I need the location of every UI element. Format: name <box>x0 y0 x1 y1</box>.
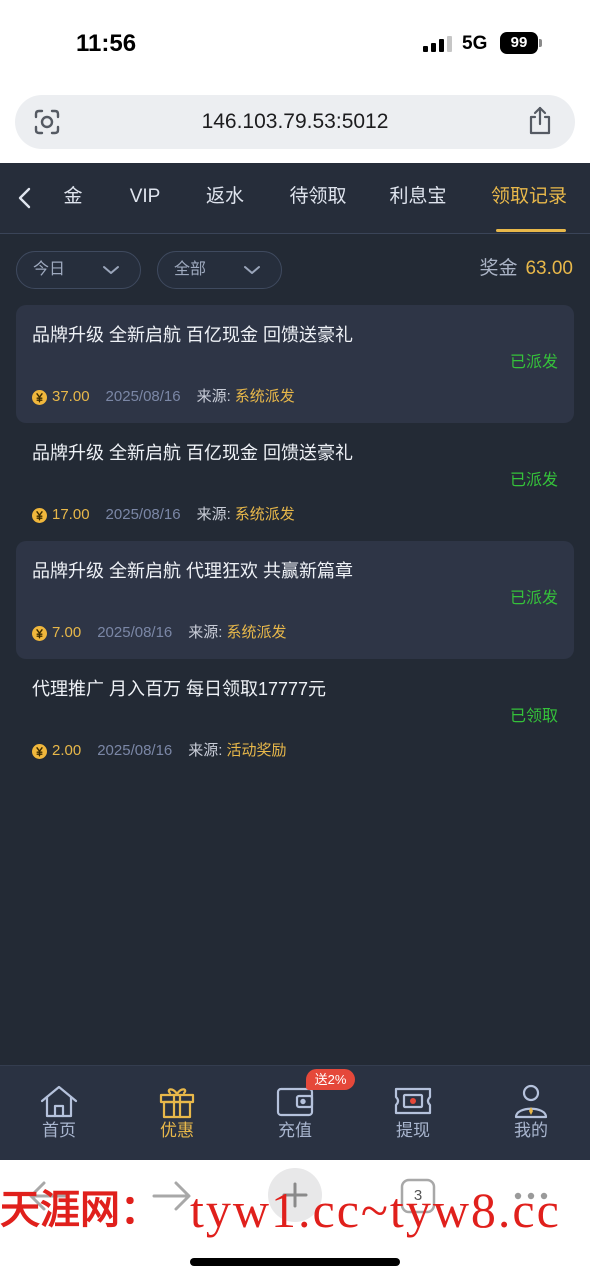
withdraw-icon <box>394 1087 432 1115</box>
record-meta: 37.00 2025/08/16 来源: 系统派发 <box>32 387 295 407</box>
tabbar-label: 优惠 <box>160 1121 194 1140</box>
record-status: 已派发 <box>509 472 558 489</box>
url-text[interactable]: 146.103.79.53:5012 <box>15 95 575 149</box>
coin-icon <box>32 389 47 405</box>
record-amount: 17.00 <box>52 506 90 523</box>
record-title: 品牌升级 全新启航 代理狂欢 共赢新篇章 <box>32 561 354 581</box>
source-value: 系统派发 <box>234 388 295 405</box>
record-meta: 17.00 2025/08/16 来源: 系统派发 <box>32 505 295 525</box>
tabbar-label: 首页 <box>42 1121 76 1140</box>
record-amount-group: 2.00 <box>32 741 81 761</box>
tabbar-label: 充值 <box>278 1121 312 1140</box>
record-date: 2025/08/16 <box>97 742 173 759</box>
record-status: 已领取 <box>509 708 558 725</box>
watermark-site: 天涯网： <box>0 1186 160 1233</box>
tab-pending-claim[interactable]: 待领取 <box>273 185 363 209</box>
tabbar-item-profile[interactable]: 我的 <box>472 1065 590 1160</box>
record-status: 已派发 <box>509 354 558 371</box>
chevron-down-icon <box>244 266 260 274</box>
bonus-total: 奖金 63.00 <box>479 257 573 281</box>
source-label: 来源: <box>188 742 223 759</box>
coin-icon <box>32 507 47 523</box>
record-card[interactable]: 品牌升级 全新启航 代理狂欢 共赢新篇章 已派发 7.00 2025/08/16… <box>16 541 574 659</box>
status-time: 11:56 <box>76 30 137 57</box>
category-select-value: 全部 <box>174 261 207 278</box>
record-title: 品牌升级 全新启航 百亿现金 回馈送豪礼 <box>32 443 354 463</box>
tab-vip[interactable]: VIP <box>100 185 190 209</box>
bonus-value: 63.00 <box>525 258 573 279</box>
record-card[interactable]: 代理推广 月入百万 每日领取17777元 已领取 2.00 2025/08/16… <box>16 659 574 777</box>
tabbar-item-promotions[interactable]: 优惠 <box>118 1065 236 1160</box>
record-amount: 37.00 <box>52 388 90 405</box>
tabbar-label: 我的 <box>514 1121 548 1140</box>
category-select[interactable]: 全部 <box>157 251 282 289</box>
record-amount: 2.00 <box>52 742 82 759</box>
record-date: 2025/08/16 <box>105 388 181 405</box>
source-label: 来源: <box>196 388 231 405</box>
tab-interest[interactable]: 利息宝 <box>373 185 463 209</box>
tabbar-label: 提现 <box>396 1121 430 1140</box>
share-icon[interactable] <box>527 106 553 136</box>
source-label: 来源: <box>196 506 231 523</box>
record-title: 代理推广 月入百万 每日领取17777元 <box>32 679 327 699</box>
watermark-domains: tyw1.cc~tyw8.cc <box>190 1182 561 1238</box>
coin-icon <box>32 625 47 641</box>
home-icon <box>40 1085 78 1118</box>
chevron-down-icon <box>103 266 119 274</box>
screen: 11:56 5G 99 146.103.79.53:5012 金 VIP 返水 <box>0 0 590 1280</box>
record-date: 2025/08/16 <box>105 506 181 523</box>
source-value: 系统派发 <box>234 506 295 523</box>
source-value: 系统派发 <box>226 624 287 641</box>
record-meta: 2.00 2025/08/16 来源: 活动奖励 <box>32 741 286 761</box>
record-date: 2025/08/16 <box>97 624 173 641</box>
record-meta: 7.00 2025/08/16 来源: 系统派发 <box>32 623 286 643</box>
record-amount: 7.00 <box>52 624 82 641</box>
gift-icon <box>159 1088 195 1119</box>
record-card[interactable]: 品牌升级 全新启航 百亿现金 回馈送豪礼 已派发 37.00 2025/08/1… <box>16 305 574 423</box>
record-amount-group: 17.00 <box>32 505 90 525</box>
record-source: 来源: 活动奖励 <box>188 741 286 761</box>
record-source: 来源: 系统派发 <box>197 505 295 525</box>
coin-icon <box>32 743 47 759</box>
deposit-bonus-badge: 送2% <box>306 1069 355 1090</box>
tabbar-item-withdraw[interactable]: 提现 <box>354 1065 472 1160</box>
bonus-label: 奖金 <box>479 258 518 279</box>
battery-nub <box>539 39 542 47</box>
home-indicator <box>190 1258 400 1266</box>
tabbar-item-home[interactable]: 首页 <box>0 1065 118 1160</box>
record-title: 品牌升级 全新启航 百亿现金 回馈送豪礼 <box>32 325 354 345</box>
period-select[interactable]: 今日 <box>16 251 141 289</box>
battery-indicator: 99 <box>500 32 538 54</box>
active-tab-indicator <box>496 229 566 232</box>
source-value: 活动奖励 <box>226 742 287 759</box>
record-source: 来源: 系统派发 <box>188 623 286 643</box>
network-type: 5G <box>462 33 488 54</box>
record-amount-group: 7.00 <box>32 623 81 643</box>
tab-rebate[interactable]: 返水 <box>180 185 270 209</box>
source-label: 来源: <box>188 624 223 641</box>
record-card[interactable]: 品牌升级 全新启航 百亿现金 回馈送豪礼 已派发 17.00 2025/08/1… <box>16 423 574 541</box>
period-select-value: 今日 <box>33 261 66 278</box>
record-status: 已派发 <box>509 590 558 607</box>
tab-claim-history[interactable]: 领取记录 <box>484 185 574 209</box>
user-icon <box>514 1084 548 1119</box>
record-amount-group: 37.00 <box>32 387 90 407</box>
record-source: 来源: 系统派发 <box>197 387 295 407</box>
cellular-signal-icon <box>423 36 452 52</box>
